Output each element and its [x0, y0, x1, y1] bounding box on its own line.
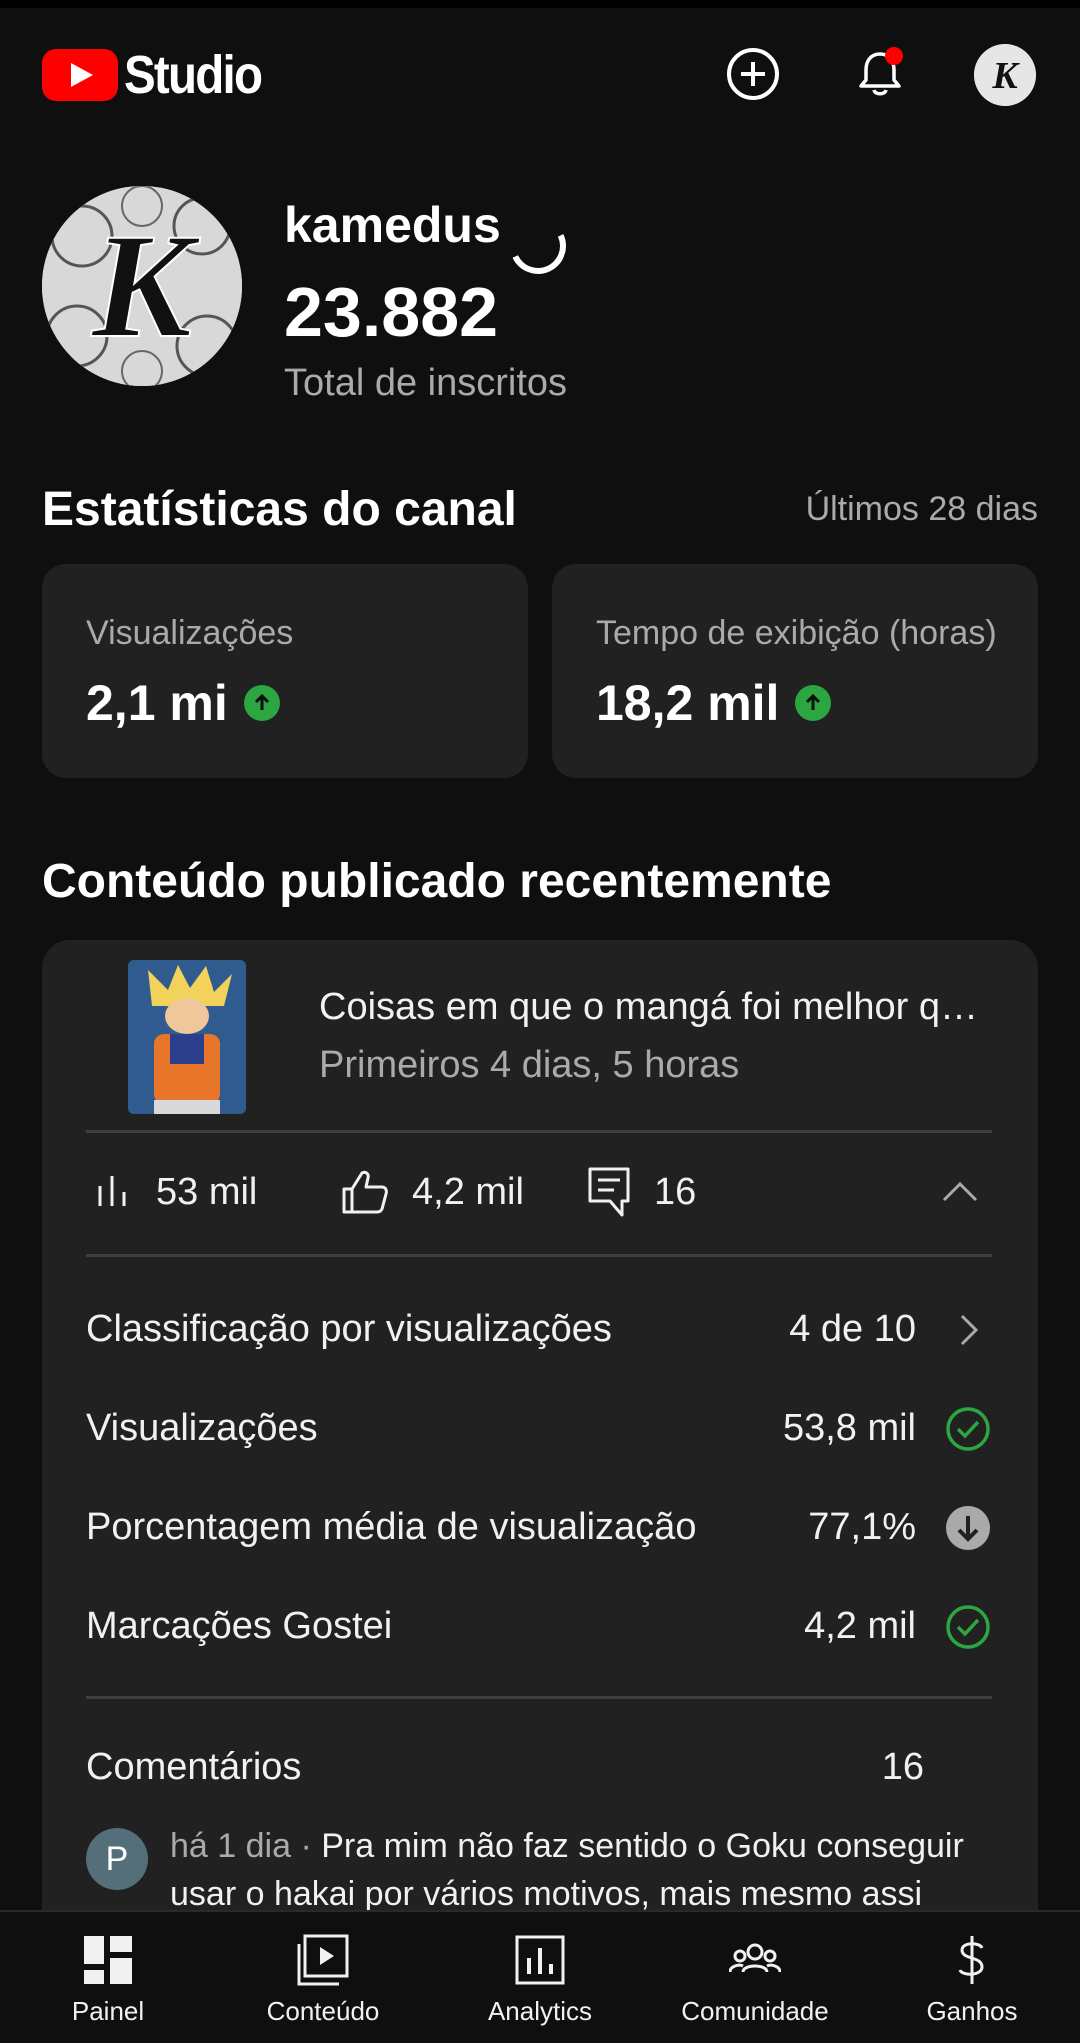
- youtube-play-icon: [42, 49, 118, 101]
- stat-value: 18,2 mil: [596, 674, 832, 732]
- stat-label: Tempo de exibição (horas): [596, 614, 997, 652]
- nav-item-painel[interactable]: Painel: [8, 1912, 208, 2043]
- app-header: Studio K: [0, 8, 1080, 138]
- detail-label: Porcentagem média de visualização: [86, 1506, 697, 1548]
- chevron-right-icon: [960, 1314, 979, 1346]
- status-bar: [0, 0, 1080, 8]
- bar-chart-icon: [98, 1176, 126, 1206]
- detail-value: 4 de 10: [789, 1308, 916, 1350]
- comments-value: 16: [654, 1170, 697, 1213]
- recent-video-card: Coisas em que o mangá foi melhor que o a…: [42, 940, 1038, 2043]
- video-period: Primeiros 4 dias, 5 horas: [319, 1044, 740, 1086]
- nav-item-comunidade[interactable]: Comunidade: [655, 1912, 855, 2043]
- nav-label: Analytics: [487, 1996, 593, 2026]
- youtube-studio-logo[interactable]: Studio: [42, 44, 280, 106]
- detail-label: Classificação por visualizações: [86, 1308, 612, 1350]
- trend-up-icon: [795, 685, 832, 721]
- add-circle-icon: [727, 48, 779, 100]
- trend-up-icon: [243, 685, 280, 721]
- nav-label: Painel: [71, 1996, 145, 2026]
- nav-label: Ganhos: [926, 1996, 1018, 2026]
- bottom-navigation: Painel Conteúdo Analytics Comunidade Gan…: [0, 1910, 1080, 2043]
- nav-item-ganhos[interactable]: Ganhos: [872, 1912, 1072, 2043]
- divider: [86, 1254, 992, 1257]
- stat-value-text: 2,1 mi: [86, 675, 228, 731]
- detail-value: 53,8 mil: [782, 1407, 916, 1449]
- community-icon: [729, 1943, 781, 1973]
- views-value: 53 mil: [156, 1170, 258, 1213]
- video-metrics-row[interactable]: 53 mil 4,2 mil 16: [86, 1130, 992, 1254]
- detail-label: Visualizações: [86, 1407, 318, 1449]
- channel-avatar[interactable]: K: [42, 186, 242, 386]
- nav-item-conteudo[interactable]: Conteúdo: [223, 1912, 423, 2043]
- channel-logo-icon: K: [42, 186, 242, 386]
- video-title[interactable]: Coisas em que o mangá foi melhor que o a…: [319, 986, 999, 1029]
- nav-label: Conteúdo: [266, 1996, 380, 2026]
- subscriber-label: Total de inscritos: [284, 362, 568, 404]
- commenter-avatar: P: [86, 1828, 148, 1890]
- detail-value: 4,2 mil: [804, 1605, 916, 1647]
- channel-name: kamedus: [284, 197, 501, 253]
- stat-label: Visualizações: [86, 614, 294, 652]
- subscriber-count: 23.882: [284, 273, 499, 351]
- svg-text:K: K: [991, 55, 1020, 97]
- arrow-down-circle-icon: [946, 1506, 990, 1550]
- comments-label: Comentários: [86, 1746, 302, 1788]
- account-avatar[interactable]: K: [974, 44, 1036, 106]
- detail-row-likes: Marcações Gostei 4,2 mil: [86, 1597, 992, 1657]
- video-thumbnail[interactable]: [128, 960, 246, 1114]
- svg-text:K: K: [90, 203, 201, 369]
- comment-body: há 1 dia · Pra mim não faz sentido o Gok…: [170, 1822, 1006, 1918]
- check-circle-icon: [946, 1605, 990, 1649]
- likes-metric: 4,2 mil: [340, 1130, 524, 1254]
- views-metric: 53 mil: [94, 1130, 257, 1254]
- stat-value-text: 18,2 mil: [596, 675, 780, 731]
- dashboard-icon: [84, 1936, 132, 1984]
- detail-label: Marcações Gostei: [86, 1605, 393, 1647]
- detail-row-ranking[interactable]: Classificação por visualizações 4 de 10: [86, 1300, 992, 1360]
- comment-meta: há 1 dia ·: [170, 1827, 322, 1865]
- stat-card-watch-time[interactable]: Tempo de exibição (horas) 18,2 mil: [552, 564, 1038, 778]
- nav-item-analytics[interactable]: Analytics: [440, 1912, 640, 2043]
- dollar-icon: [958, 1936, 984, 1984]
- detail-row-views: Visualizações 53,8 mil: [86, 1399, 992, 1459]
- detail-value: 77,1%: [808, 1506, 916, 1548]
- chevron-up-icon[interactable]: [938, 1170, 982, 1214]
- comments-metric: 16: [586, 1130, 696, 1254]
- create-button[interactable]: [725, 46, 781, 102]
- nav-label: Comunidade: [681, 1996, 829, 2026]
- bell-icon: [859, 47, 903, 96]
- stat-value: 2,1 mi: [86, 674, 280, 732]
- comments-count: 16: [881, 1746, 924, 1788]
- divider: [86, 1696, 992, 1699]
- channel-logo-icon: K: [974, 44, 1036, 106]
- content-icon: [297, 1934, 349, 1986]
- logo-text: Studio: [124, 45, 263, 105]
- thumbs-up-icon: [342, 1170, 388, 1214]
- channel-stats-title: Estatísticas do canal: [42, 483, 517, 536]
- analytics-icon: [515, 1935, 565, 1985]
- comments-header[interactable]: Comentários 16: [86, 1738, 992, 1798]
- stat-card-views[interactable]: Visualizações 2,1 mi: [42, 564, 528, 778]
- notifications-button[interactable]: [852, 46, 908, 102]
- check-circle-icon: [946, 1407, 990, 1451]
- recent-content-title: Conteúdo publicado recentemente: [42, 855, 832, 908]
- comment-icon: [588, 1167, 630, 1217]
- detail-row-avg-percentage: Porcentagem média de visualização 77,1%: [86, 1498, 992, 1558]
- likes-value: 4,2 mil: [412, 1170, 524, 1213]
- thumbnail-image: [128, 960, 246, 1114]
- stats-period[interactable]: Últimos 28 dias: [806, 490, 1038, 529]
- loading-spinner-icon: [502, 210, 574, 282]
